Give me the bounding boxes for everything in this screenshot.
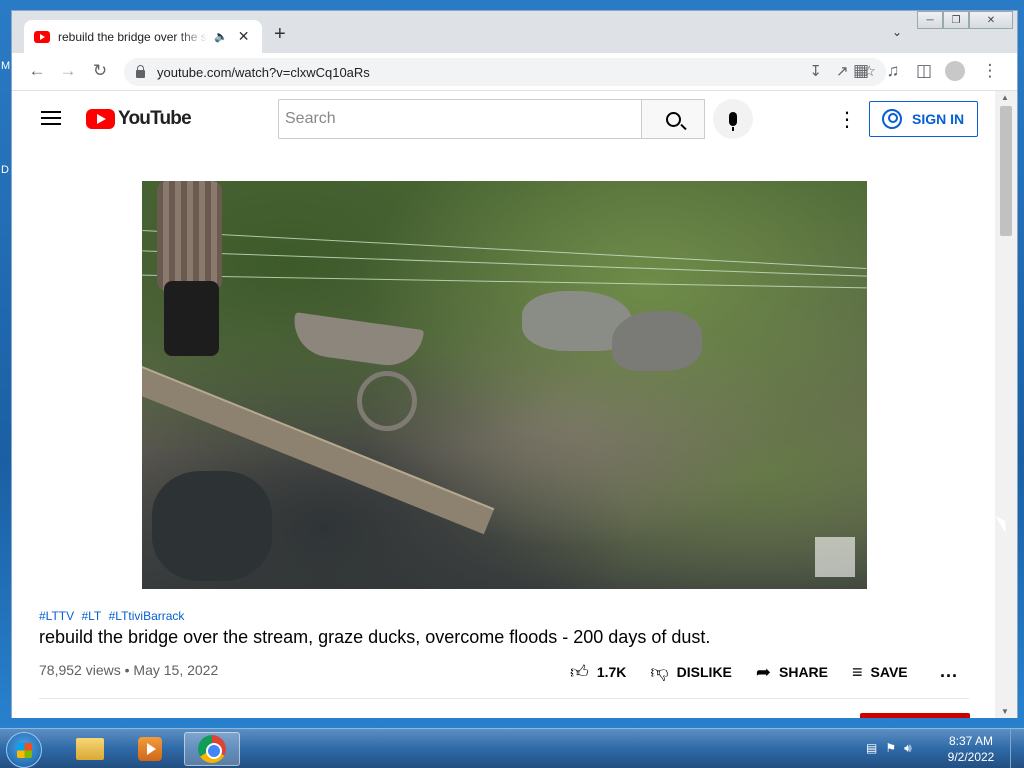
hashtags: #LTTV #LT #LTtiviBarrack — [39, 609, 188, 623]
hamburger-menu-icon[interactable] — [41, 111, 61, 125]
extensions-puzzle-icon[interactable]: ▦ — [850, 61, 872, 81]
back-arrow-icon[interactable]: ← — [26, 61, 48, 81]
show-desktop-button[interactable] — [1010, 729, 1024, 768]
system-tray: ▤ ⚑ 🔊︎ — [866, 741, 912, 756]
taskbar-chrome[interactable] — [184, 732, 240, 766]
folder-icon — [76, 738, 104, 760]
network-icon[interactable]: ▤ — [866, 741, 877, 756]
wheelbarrow — [289, 312, 425, 370]
minimize-button[interactable]: ─ — [917, 11, 943, 29]
window-controls: ─ ❐ ✕ — [917, 11, 1013, 29]
browser-tab[interactable]: rebuild the bridge over the stream, graz… — [24, 20, 262, 53]
search-icon — [665, 111, 681, 127]
profile-avatar-icon[interactable] — [945, 61, 965, 81]
video-title: rebuild the bridge over the stream, graz… — [39, 627, 711, 647]
search-input[interactable]: Search — [278, 99, 642, 139]
meta-separator: • — [124, 662, 130, 678]
view-count: 78,952 views — [39, 662, 121, 678]
chrome-menu-icon[interactable]: ⋮ — [979, 61, 1001, 81]
new-tab-button[interactable]: + — [274, 23, 286, 46]
tab-search-chevron-icon[interactable]: ⌄ — [892, 25, 902, 39]
youtube-page: YouTube Search ⋮ SIGN IN #LTTV #LT #LTti… — [12, 91, 995, 718]
taskbar: ▤ ⚑ 🔊︎ 8:37 AM 9/2/2022 — [0, 728, 1024, 768]
scroll-up-icon[interactable]: ▲ — [1001, 93, 1009, 102]
tab-close-icon[interactable]: ✕ — [238, 28, 250, 45]
close-window-button[interactable]: ✕ — [969, 11, 1013, 29]
side-panel-icon[interactable]: ◫ — [913, 61, 935, 81]
save-button[interactable]: ≡ SAVE — [852, 662, 908, 683]
share-icon[interactable]: ↗ — [836, 62, 849, 80]
thumbs-down-icon: 👎︎ — [650, 662, 669, 682]
hashtag-link[interactable]: #LT — [81, 609, 101, 623]
clock-date: 9/2/2022 — [947, 750, 995, 764]
like-button[interactable]: 👍︎ 1.7K — [570, 661, 626, 683]
action-center-flag-icon[interactable]: ⚑ — [885, 741, 896, 756]
youtube-logo[interactable]: YouTube — [86, 108, 192, 130]
youtube-play-icon — [86, 109, 115, 129]
taskbar-media-player[interactable] — [122, 732, 178, 766]
clock[interactable]: 8:37 AM 9/2/2022 — [940, 733, 1002, 765]
share-label: SHARE — [779, 664, 829, 680]
subscribe-button[interactable] — [860, 713, 970, 718]
sign-in-button[interactable]: SIGN IN — [869, 101, 978, 137]
video-meta: 78,952 views • May 15, 2022 — [39, 662, 218, 678]
tab-strip: rebuild the bridge over the stream, graz… — [12, 11, 1017, 53]
person-figure — [157, 181, 222, 291]
taskbar-explorer[interactable] — [62, 732, 118, 766]
install-icon[interactable]: ↧ — [809, 62, 822, 80]
youtube-favicon-icon — [34, 30, 50, 43]
dislike-label: DISLIKE — [676, 664, 732, 680]
youtube-header: YouTube Search ⋮ SIGN IN — [12, 91, 995, 147]
search-button[interactable] — [641, 99, 705, 139]
tab-title: rebuild the bridge over the stream, graz… — [58, 29, 208, 44]
desktop-icon-label: M — [1, 60, 11, 72]
playlist-add-icon: ≡ — [852, 661, 863, 682]
divider — [39, 698, 969, 699]
share-button[interactable]: ➦ SHARE — [756, 662, 828, 683]
microphone-icon — [729, 112, 737, 131]
dislike-button[interactable]: 👎︎ DISLIKE — [650, 661, 732, 683]
channel-watermark[interactable] — [815, 537, 855, 577]
forward-arrow-icon[interactable]: → — [57, 61, 79, 81]
reload-icon[interactable]: ↻ — [89, 61, 111, 81]
address-bar[interactable]: youtube.com/watch?v=clxwCq10aRs ↧ ↗ ☆ — [124, 58, 886, 86]
clock-time: 8:37 AM — [948, 734, 994, 748]
browser-toolbar: ← → ↻ youtube.com/watch?v=clxwCq10aRs ↧ … — [12, 53, 1017, 91]
settings-more-icon[interactable]: ⋮ — [837, 107, 857, 132]
video-player[interactable] — [142, 181, 867, 589]
upload-date: May 15, 2022 — [133, 662, 219, 678]
volume-icon[interactable]: 🔊︎ — [904, 741, 912, 756]
thumbs-up-icon: 👍︎ — [570, 662, 589, 682]
media-player-icon — [138, 737, 162, 761]
maximize-button[interactable]: ❐ — [943, 11, 969, 29]
start-button[interactable] — [6, 732, 42, 768]
youtube-logo-text: YouTube — [118, 108, 192, 129]
share-arrow-icon: ➦ — [755, 661, 771, 682]
voice-search-button[interactable] — [713, 99, 753, 139]
video-actions: 👍︎ 1.7K 👎︎ DISLIKE ➦ SHARE ≡ SAVE — [570, 661, 932, 683]
more-actions-button[interactable]: ... — [940, 661, 958, 682]
save-label: SAVE — [870, 664, 908, 680]
account-icon — [882, 109, 902, 129]
scroll-thumb[interactable] — [1000, 106, 1012, 236]
browser-window: rebuild the bridge over the stream, graz… — [11, 10, 1018, 718]
desktop-icon-label: D — [1, 164, 9, 176]
hashtag-link[interactable]: #LTtiviBarrack — [109, 609, 185, 623]
page-scrollbar[interactable]: ▲ ▼ — [995, 91, 1017, 718]
media-control-icon[interactable]: ♫ — [882, 61, 904, 81]
sign-in-label: SIGN IN — [912, 111, 965, 127]
like-count: 1.7K — [596, 664, 627, 680]
chrome-icon — [198, 735, 226, 763]
hashtag-link[interactable]: #LTTV — [39, 609, 74, 623]
scroll-down-icon[interactable]: ▼ — [1001, 707, 1009, 716]
speaker-icon[interactable]: 🔈 — [214, 30, 228, 43]
url-text: youtube.com/watch?v=clxwCq10aRs — [157, 64, 370, 80]
lock-icon[interactable] — [136, 65, 145, 78]
